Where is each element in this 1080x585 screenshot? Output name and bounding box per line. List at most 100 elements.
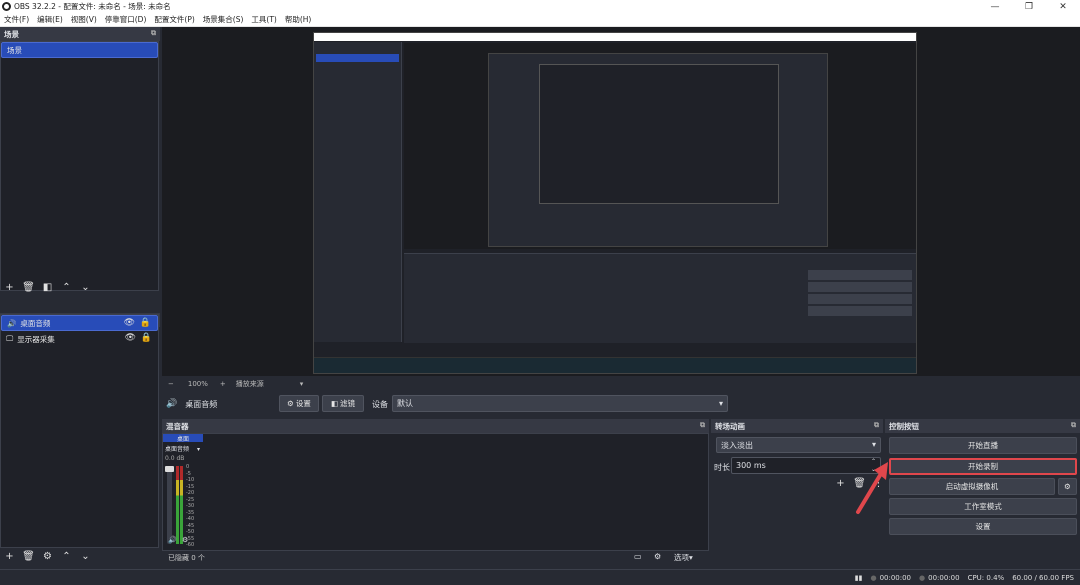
filter-scene-icon[interactable]: ◧ — [38, 280, 57, 294]
add-source-icon[interactable]: + — [0, 549, 19, 563]
monitor-icon: 🖵 — [6, 334, 14, 343]
fps-value: 60.00 / 60.00 FPS — [1012, 573, 1074, 582]
menu-file[interactable]: 文件(F) — [0, 14, 33, 25]
meter-tick-label: -5 — [186, 470, 191, 477]
cpu-usage: CPU: 0.4% — [967, 573, 1005, 582]
record-time: 00:00:00 — [928, 573, 960, 582]
menu-bar: 文件(F) 编辑(E) 视图(V) 停靠窗口(D) 配置文件(P) 场景集合(S… — [0, 13, 1080, 27]
source-list[interactable]: 🔊 桌面音频 👁 🔒 🖵 显示器采集 👁 🔒 — [0, 314, 159, 548]
meter-tick-label: -20 — [186, 490, 195, 496]
remove-scene-icon[interactable]: 🗑 — [19, 280, 38, 294]
source-item-display-capture[interactable]: 🖵 显示器采集 👁 🔒 — [1, 331, 158, 347]
chevron-down-icon: ▾ — [196, 446, 200, 453]
start-streaming-button[interactable]: 开始直播 — [889, 437, 1077, 454]
source-item-desktop-audio[interactable]: 🔊 桌面音频 👁 🔒 — [1, 315, 158, 331]
remove-source-icon[interactable]: 🗑 — [19, 549, 38, 563]
move-up-icon[interactable]: ⌃ — [57, 280, 76, 294]
lock-icon[interactable]: 🔒 — [141, 333, 152, 343]
eye-icon[interactable]: 👁 — [124, 318, 135, 328]
zoom-in-button[interactable]: + — [220, 380, 226, 388]
eye-icon[interactable]: 👁 — [125, 333, 136, 343]
audio-meter-right — [180, 466, 183, 544]
gear-icon: ⚙ — [287, 399, 294, 408]
network-icon: ▮▮ — [854, 573, 863, 582]
duration-label: 时长 — [714, 463, 730, 472]
menu-view[interactable]: 视图(V) — [67, 14, 101, 25]
virtual-camera-settings-button[interactable]: ⚙ — [1058, 478, 1077, 495]
device-label: 设备 — [372, 400, 388, 409]
studio-mode-button[interactable]: 工作室模式 — [889, 498, 1077, 515]
menu-help[interactable]: 帮助(H) — [281, 14, 316, 25]
float-dock-icon[interactable]: ⧉ — [1071, 421, 1076, 430]
zoom-out-button[interactable]: − — [168, 380, 174, 388]
volume-level: 0.0 dB — [165, 455, 185, 462]
maximize-button[interactable]: ❐ — [1012, 0, 1046, 13]
move-down-icon[interactable]: ⌄ — [76, 549, 95, 563]
menu-docks[interactable]: 停靠窗口(D) — [101, 14, 151, 25]
move-down-icon[interactable]: ⌄ — [76, 280, 95, 294]
meter-tick-label: 0 — [186, 464, 190, 470]
preview-source-select[interactable]: 播放来源 — [236, 379, 296, 389]
transition-header: 转场动画 ⧉ — [711, 419, 883, 433]
controls-header: 控制按钮 ⧉ — [885, 419, 1080, 433]
close-button[interactable]: ✕ — [1046, 0, 1080, 13]
mixer-dock: 混音器 ⧉ 桌面 桌面音频 ▾ 0.0 dB 0 -5 -10 -15 -20 -25 -3… — [162, 419, 709, 567]
mixer-channel-name[interactable]: 桌面音频 ▾ — [165, 444, 200, 453]
obs-logo-icon — [2, 2, 11, 11]
mixer-body: 桌面 桌面音频 ▾ 0.0 dB 0 -5 -10 -15 -20 -25 -30 -35 -4… — [162, 433, 709, 551]
source-settings-button[interactable]: ⚙ 设置 — [279, 395, 319, 412]
source-toolbar-bar: 🔊 桌面音频 ⚙ 设置 ◧ 滤镜 设备 默认 ▾ — [162, 393, 1080, 415]
menu-edit[interactable]: 编辑(E) — [33, 14, 67, 25]
title-bar: OBS 32.2.2 - 配置文件: 未命名 - 场景: 未命名 — ❐ ✕ — [0, 0, 1080, 13]
minimize-button[interactable]: — — [978, 0, 1012, 13]
volume-slider[interactable] — [165, 466, 174, 544]
float-dock-icon[interactable]: ⧉ — [151, 29, 156, 38]
chevron-down-icon: ▾ — [871, 440, 876, 449]
mixer-options-button[interactable]: 选项▾ — [674, 552, 693, 563]
meter-tick-label: -50 — [186, 529, 195, 535]
settings-button[interactable]: 设置 — [889, 518, 1077, 535]
source-properties-icon[interactable]: ⚙ — [38, 549, 57, 563]
zoom-bar: − 100% + 播放来源 ▾ — [162, 377, 1080, 391]
start-recording-button[interactable]: 开始录制 — [889, 458, 1077, 475]
stream-time: 00:00:00 — [879, 573, 912, 582]
scene-item[interactable]: 场景 — [1, 42, 158, 58]
speaker-icon: 🔊 — [166, 399, 178, 409]
transition-type-select[interactable]: 淡入淡出 ▾ — [716, 437, 881, 453]
source-filters-button[interactable]: ◧ 滤镜 — [322, 395, 364, 412]
mixer-channel-mute-icon[interactable]: 🔊 — [168, 536, 177, 544]
device-select[interactable]: 默认 ▾ — [392, 395, 728, 412]
scene-list[interactable]: 场景 — [0, 41, 159, 291]
volume-slider-handle[interactable] — [165, 466, 174, 472]
active-source-name: 桌面音频 — [185, 399, 218, 409]
add-transition-icon[interactable]: + — [831, 476, 850, 490]
chevron-down-icon[interactable]: ▾ — [300, 380, 304, 388]
meter-tick-label: -15 — [186, 483, 195, 490]
float-dock-icon[interactable]: ⧉ — [700, 421, 705, 430]
meter-tick-label: -35 — [186, 509, 195, 516]
menu-scene-collection[interactable]: 场景集合(S) — [199, 14, 248, 25]
mixer-header: 混音器 ⧉ — [162, 419, 709, 433]
mixer-channel-tab[interactable]: 桌面 — [163, 434, 203, 443]
window-title: OBS 32.2.2 - 配置文件: 未命名 - 场景: 未命名 — [14, 2, 171, 11]
menu-tools[interactable]: 工具(T) — [247, 14, 280, 25]
record-status-icon: ● — [919, 573, 926, 582]
stream-status-icon: ● — [870, 573, 877, 582]
meter-tick-label: -30 — [186, 503, 195, 509]
chevron-down-icon: ▾ — [718, 399, 723, 408]
mixer-settings-icon[interactable]: ⚙ — [654, 552, 661, 561]
annotation-arrow-icon — [856, 462, 888, 514]
meter-tick-label: -45 — [186, 522, 195, 529]
mixer-layout-icon[interactable]: ▭ — [634, 552, 642, 561]
float-dock-icon[interactable]: ⧉ — [874, 421, 879, 430]
add-scene-icon[interactable]: + — [0, 280, 19, 294]
start-virtual-camera-button[interactable]: 启动虚拟摄像机 — [889, 478, 1055, 495]
meter-tick-label: -10 — [186, 477, 195, 483]
mixer-channel-menu-icon[interactable]: ⚙ — [182, 536, 188, 544]
move-up-icon[interactable]: ⌃ — [57, 549, 76, 563]
menu-profile[interactable]: 配置文件(P) — [150, 14, 198, 25]
lock-icon[interactable]: 🔒 — [140, 318, 151, 328]
scenes-dock-header: 场景 ⧉ — [0, 27, 160, 41]
chevron-down-icon: ▾ — [689, 553, 693, 562]
scenes-title: 场景 — [4, 29, 19, 39]
